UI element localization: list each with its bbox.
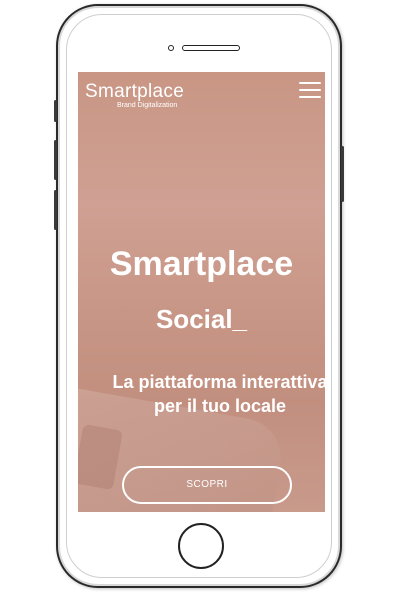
hamburger-line: [299, 82, 321, 84]
power-button: [341, 146, 344, 202]
brand-logo[interactable]: Smartplace Brand Digitalization: [85, 82, 184, 110]
hero-title: Smartplace: [109, 245, 294, 283]
hero-description: La piattaforma interattiva per il tuo lo…: [90, 370, 325, 418]
hamburger-menu-icon[interactable]: [299, 82, 321, 100]
hero-description-line: per il tuo locale: [153, 396, 287, 416]
phone-screen: Smartplace Brand Digitalization Smartpla…: [78, 72, 325, 512]
hamburger-line: [299, 96, 321, 98]
hero-subtitle: Social_: [155, 304, 248, 334]
hamburger-line: [299, 89, 321, 91]
brand-tagline: Brand Digitalization: [117, 102, 178, 109]
scopri-button[interactable]: SCOPRI: [122, 466, 292, 504]
canvas: Smartplace Brand Digitalization Smartpla…: [0, 0, 400, 600]
earpiece-speaker: [182, 45, 240, 51]
mute-switch: [54, 100, 57, 122]
home-button: [178, 523, 224, 569]
volume-up-button: [54, 140, 57, 180]
volume-down-button: [54, 190, 57, 230]
hero-description-line: La piattaforma interattiva: [112, 372, 325, 392]
front-camera-icon: [168, 45, 174, 51]
brand-name: Smartplace: [85, 81, 185, 102]
